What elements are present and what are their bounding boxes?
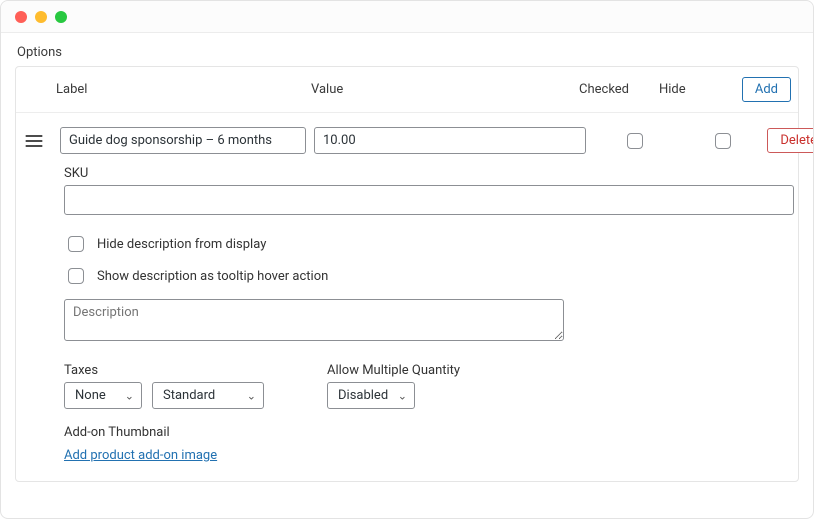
titlebar	[1, 1, 813, 33]
table-row: Delete	[16, 113, 798, 164]
add-button[interactable]: Add	[742, 77, 791, 102]
close-icon[interactable]	[15, 11, 27, 23]
col-checked: Checked	[579, 82, 659, 97]
options-panel: Label Value Checked Hide Add Delete	[15, 66, 799, 482]
drag-handle-icon[interactable]	[16, 133, 52, 149]
taxes-select-2[interactable]: Standard	[152, 382, 264, 409]
hide-checkbox[interactable]	[715, 133, 731, 149]
taxes-select-1[interactable]: None	[64, 382, 142, 409]
checked-checkbox[interactable]	[627, 133, 643, 149]
minimize-icon[interactable]	[35, 11, 47, 23]
maximize-icon[interactable]	[55, 11, 67, 23]
col-label: Label	[52, 82, 307, 97]
content: Options Label Value Checked Hide Add	[1, 33, 813, 496]
description-textarea[interactable]	[64, 299, 564, 341]
sku-label: SKU	[64, 166, 794, 181]
thumbnail-label: Add-on Thumbnail	[64, 425, 794, 440]
hide-description-label: Hide description from display	[97, 237, 266, 252]
hide-description-checkbox[interactable]	[68, 236, 84, 252]
tooltip-description-row[interactable]: Show description as tooltip hover action	[64, 265, 794, 287]
add-image-link[interactable]: Add product add-on image	[64, 448, 217, 463]
tooltip-description-label: Show description as tooltip hover action	[97, 269, 328, 284]
sku-input[interactable]	[64, 185, 794, 215]
table-header: Label Value Checked Hide Add	[16, 67, 798, 113]
multiple-select[interactable]: Disabled	[327, 382, 415, 409]
multiple-label: Allow Multiple Quantity	[327, 363, 582, 378]
window: Options Label Value Checked Hide Add	[0, 0, 814, 519]
col-hide: Hide	[659, 82, 739, 97]
taxes-label: Taxes	[64, 363, 319, 378]
delete-button[interactable]: Delete	[767, 128, 814, 153]
label-input[interactable]	[60, 127, 306, 154]
hide-description-row[interactable]: Hide description from display	[64, 233, 794, 255]
value-input[interactable]	[314, 127, 586, 154]
tooltip-description-checkbox[interactable]	[68, 268, 84, 284]
section-title: Options	[17, 45, 799, 60]
col-value: Value	[307, 82, 579, 97]
row-details: SKU Hide description from display Show d…	[16, 164, 798, 481]
